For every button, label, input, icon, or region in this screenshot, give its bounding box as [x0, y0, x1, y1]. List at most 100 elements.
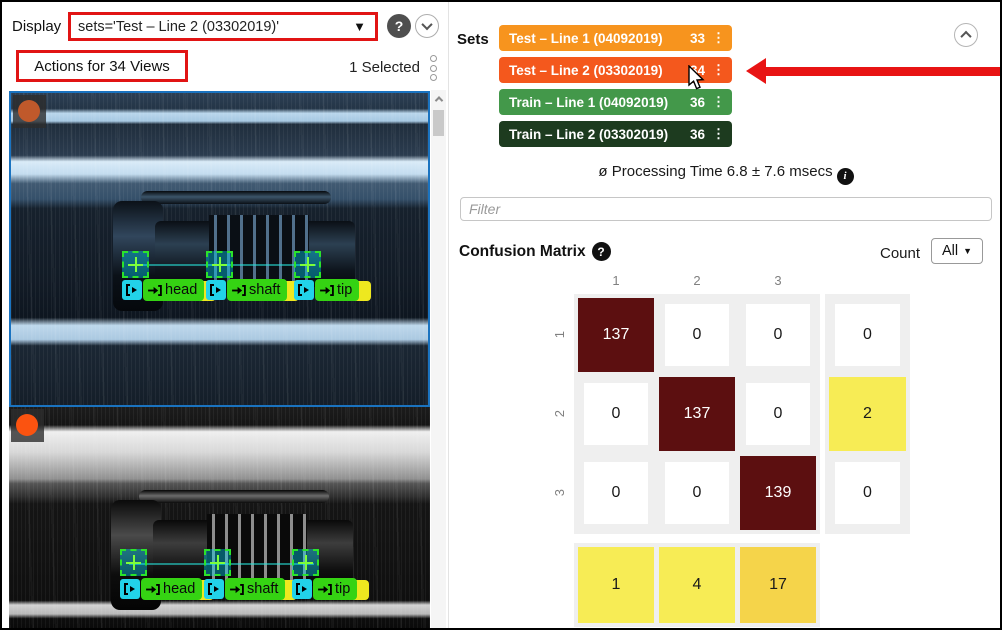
matrix-cell[interactable]: 137 [659, 377, 735, 451]
feature-marker-head [122, 251, 149, 278]
transform-icon [206, 280, 226, 300]
matrix-col-label: 1 [578, 273, 654, 288]
matrix-cell[interactable]: 0 [584, 462, 648, 524]
matrix-cell[interactable]: 4 [659, 547, 735, 623]
matrix-cell[interactable]: 0 [835, 304, 900, 366]
annotation-label: head [163, 581, 195, 597]
sets-label: Sets [457, 31, 489, 48]
collapse-panel-button[interactable] [954, 23, 978, 47]
transform-icon [294, 280, 314, 300]
caret-down-icon: ▼ [353, 19, 366, 34]
display-filter-dropdown[interactable]: sets='Test – Line 2 (03302019)' ▼ [68, 12, 378, 41]
set-name: Test – Line 1 (04092019) [509, 31, 663, 46]
confusion-matrix-title: Confusion Matrix ? [459, 242, 611, 261]
confusion-matrix-grid: 137 0 0 0 137 0 0 0 139 [574, 294, 820, 534]
matrix-cell[interactable]: 0 [665, 462, 729, 524]
annotation-tag-shaft: shaft [206, 279, 287, 301]
annotation-tag-shaft: shaft [204, 578, 285, 600]
set-count: 33 [690, 31, 705, 46]
chevron-up-icon [960, 31, 971, 42]
confusion-matrix-extra-row: 1 4 17 [574, 543, 820, 627]
annotation-label: shaft [249, 282, 280, 298]
panel-divider [448, 2, 449, 630]
chevron-down-icon [421, 19, 432, 30]
match-arrow-icon [229, 584, 244, 595]
matrix-col-label: 2 [659, 273, 735, 288]
matrix-row-label: 1 [551, 298, 567, 372]
status-dot-icon [18, 100, 40, 122]
transform-icon [120, 579, 140, 599]
match-arrow-icon [319, 285, 334, 296]
display-label: Display [12, 18, 61, 35]
set-menu-icon[interactable]: ⋮ [712, 94, 725, 110]
matrix-col-label: 3 [740, 273, 816, 288]
scroll-up-icon[interactable] [431, 92, 446, 106]
view-thumbnail-2[interactable]: head shaft tip [9, 407, 430, 630]
matrix-cell[interactable]: 0 [746, 383, 810, 445]
feature-marker-tip [294, 251, 321, 278]
annotation-tag-tip: tip [294, 279, 359, 301]
count-label: Count [880, 245, 920, 262]
transform-icon [204, 579, 224, 599]
matrix-cell[interactable]: 0 [746, 304, 810, 366]
help-icon[interactable]: ? [592, 242, 611, 261]
confusion-matrix-extra-column: 0 2 0 [825, 294, 910, 534]
matrix-cell[interactable]: 1 [578, 547, 654, 623]
more-options-icon[interactable] [430, 55, 437, 81]
transform-icon [122, 280, 142, 300]
annotation-label: head [165, 282, 197, 298]
matrix-cell[interactable]: 139 [740, 456, 816, 530]
set-count: 36 [690, 95, 705, 110]
matrix-cell[interactable]: 17 [740, 547, 816, 623]
set-button-test-line-1[interactable]: Test – Line 1 (04092019) 33 ⋮ [499, 25, 732, 51]
transform-icon [292, 579, 312, 599]
annotation-label: tip [337, 282, 352, 298]
image-list-scrollbar[interactable] [431, 90, 446, 630]
set-button-train-line-2[interactable]: Train – Line 2 (03302019) 36 ⋮ [499, 121, 732, 147]
set-menu-icon[interactable]: ⋮ [712, 62, 725, 78]
collapse-toolbar-button[interactable] [415, 14, 439, 38]
caret-down-icon: ▼ [963, 246, 972, 256]
help-icon[interactable]: ? [387, 14, 411, 38]
matrix-cell[interactable]: 2 [829, 377, 906, 451]
matrix-cell[interactable]: 0 [584, 383, 648, 445]
scrollbar-thumb[interactable] [433, 110, 444, 136]
callout-arrow-head [746, 58, 766, 84]
matrix-cell[interactable]: 0 [835, 462, 900, 524]
processing-time: ø Processing Time 6.8 ± 7.6 msecsi [448, 163, 1002, 185]
feature-marker-tip [292, 549, 319, 576]
count-dropdown[interactable]: All ▼ [931, 238, 983, 264]
set-button-train-line-1[interactable]: Train – Line 1 (04092019) 36 ⋮ [499, 89, 732, 115]
set-count: 36 [690, 127, 705, 142]
feature-marker-shaft [204, 549, 231, 576]
selected-count-label: 1 Selected [302, 59, 420, 76]
count-value: All [942, 243, 958, 259]
match-arrow-icon [231, 285, 246, 296]
set-menu-icon[interactable]: ⋮ [712, 30, 725, 46]
filter-input[interactable] [460, 197, 992, 221]
matrix-cell[interactable]: 137 [578, 298, 654, 372]
match-arrow-icon [317, 584, 332, 595]
display-filter-value: sets='Test – Line 2 (03302019)' [78, 19, 279, 35]
matrix-row-label: 2 [551, 377, 567, 451]
feature-marker-shaft [206, 251, 233, 278]
mouse-cursor-icon [687, 65, 706, 92]
actions-button[interactable]: Actions for 34 Views [16, 50, 188, 82]
annotation-tag-tip: tip [292, 578, 357, 600]
app-window: Display sets='Test – Line 2 (03302019)' … [0, 0, 1002, 630]
feature-marker-head [120, 549, 147, 576]
matrix-cell[interactable]: 0 [665, 304, 729, 366]
status-badge [13, 95, 46, 128]
matrix-row-label: 3 [551, 456, 567, 530]
set-name: Train – Line 2 (03302019) [509, 127, 668, 142]
annotation-tag-head: head [122, 279, 204, 301]
match-arrow-icon [145, 584, 160, 595]
set-name: Train – Line 1 (04092019) [509, 95, 668, 110]
view-thumbnail-1[interactable]: head shaft tip [9, 91, 430, 407]
set-menu-icon[interactable]: ⋮ [712, 126, 725, 142]
status-dot-icon [16, 414, 38, 436]
set-name: Test – Line 2 (03302019) [509, 63, 663, 78]
callout-arrow [764, 67, 1002, 76]
info-icon[interactable]: i [837, 168, 854, 185]
match-arrow-icon [147, 285, 162, 296]
